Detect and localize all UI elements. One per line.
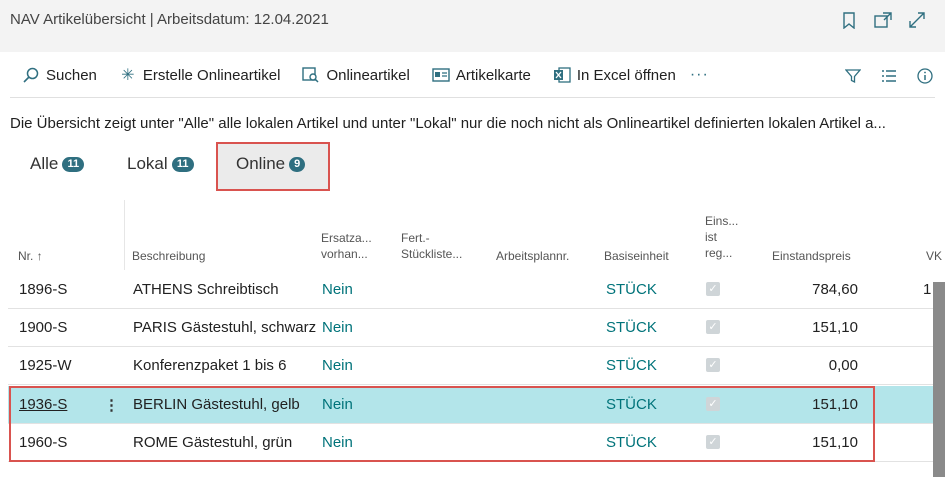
- cell-nr[interactable]: 1896-S: [19, 281, 67, 298]
- cell-ersatz[interactable]: Nein: [322, 319, 353, 336]
- filter-icon[interactable]: [843, 66, 863, 86]
- cell-vk: 1: [923, 281, 932, 298]
- tab-lokal[interactable]: Lokal 11: [127, 154, 194, 174]
- tab-lokal-count: 11: [171, 156, 194, 172]
- spark-icon: ✳: [121, 67, 135, 84]
- bookmark-icon[interactable]: [839, 10, 859, 30]
- cell-desc: ATHENS Schreibtisch: [133, 281, 279, 298]
- checkbox-icon: ✓: [706, 282, 720, 296]
- tab-online-count: 9: [289, 156, 306, 172]
- list-search-icon: [302, 66, 320, 84]
- tab-alle-count: 11: [62, 156, 85, 172]
- item-card-label: Artikelkarte: [455, 66, 531, 84]
- tab-lokal-label: Lokal: [127, 154, 168, 173]
- card-icon: [432, 66, 450, 84]
- create-online-item-label: Erstelle Onlineartikel: [142, 66, 281, 84]
- cell-unit[interactable]: STÜCK: [606, 281, 657, 298]
- excel-icon: [553, 66, 571, 84]
- search-icon: [22, 66, 40, 84]
- expand-icon[interactable]: [907, 10, 927, 30]
- open-excel-label: In Excel öffnen: [576, 66, 676, 84]
- tab-alle[interactable]: Alle 11: [30, 154, 85, 174]
- vertical-scrollbar[interactable]: [933, 282, 945, 477]
- title-bar: NAV Artikelübersicht | Arbeitsdatum: 12.…: [0, 0, 945, 52]
- more-actions-button[interactable]: ···: [690, 66, 709, 84]
- checkbox-icon: ✓: [706, 358, 720, 372]
- table-row[interactable]: 1896-S ATHENS Schreibtisch Nein STÜCK ✓ …: [8, 271, 945, 309]
- search-action[interactable]: Suchen: [22, 66, 97, 84]
- search-label: Suchen: [46, 66, 97, 84]
- cell-nr[interactable]: 1900-S: [19, 319, 67, 336]
- online-items-action[interactable]: Onlineartikel: [302, 66, 410, 84]
- rows-highlight: [9, 386, 875, 462]
- cell-price: 0,00: [828, 357, 858, 374]
- item-card-action[interactable]: Artikelkarte: [432, 66, 531, 84]
- open-new-window-icon[interactable]: [873, 10, 893, 30]
- cell-ersatz[interactable]: Nein: [322, 357, 353, 374]
- list-view-icon[interactable]: [879, 66, 899, 86]
- cell-price: 784,60: [812, 281, 858, 298]
- column-divider: [124, 200, 125, 270]
- cell-nr[interactable]: 1925-W: [19, 357, 72, 374]
- open-excel-action[interactable]: In Excel öffnen: [553, 66, 676, 84]
- cell-desc: Konferenzpaket 1 bis 6: [133, 357, 287, 374]
- tab-online[interactable]: Online 9: [236, 154, 306, 174]
- toolbar-divider: [10, 97, 935, 98]
- cell-ersatz[interactable]: Nein: [322, 281, 353, 298]
- table-row[interactable]: 1900-S PARIS Gästestuhl, schwarz Nein ST…: [8, 309, 945, 347]
- action-bar: Suchen ✳ Erstelle Onlineartikel Onlinear…: [0, 52, 945, 98]
- tab-online-label: Online: [236, 154, 286, 173]
- checkbox-icon: ✓: [706, 320, 720, 334]
- cell-unit[interactable]: STÜCK: [606, 319, 657, 336]
- tab-alle-label: Alle: [30, 154, 59, 173]
- tab-bar: Alle 11 Lokal 11 Online 9: [0, 142, 945, 192]
- cell-desc: PARIS Gästestuhl, schwarz: [133, 319, 317, 336]
- info-icon[interactable]: [915, 66, 935, 86]
- create-online-item-action[interactable]: ✳ Erstelle Onlineartikel: [119, 66, 281, 85]
- info-text: Die Übersicht zeigt unter "Alle" alle lo…: [10, 115, 886, 132]
- table-row[interactable]: 1925-W Konferenzpaket 1 bis 6 Nein STÜCK…: [8, 347, 945, 385]
- cell-unit[interactable]: STÜCK: [606, 357, 657, 374]
- page-title: NAV Artikelübersicht | Arbeitsdatum: 12.…: [10, 11, 329, 28]
- online-items-label: Onlineartikel: [326, 66, 410, 84]
- cell-price: 151,10: [812, 319, 858, 336]
